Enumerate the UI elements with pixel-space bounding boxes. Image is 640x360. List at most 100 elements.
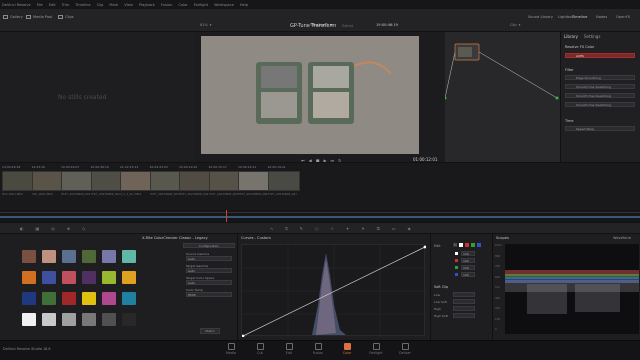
soft-clip-field[interactable]: [453, 313, 475, 318]
viewer-image[interactable]: [201, 36, 419, 154]
page-fairlight[interactable]: Fairlight: [366, 343, 386, 355]
color-swatch[interactable]: [42, 250, 56, 263]
key-icon[interactable]: ⚿: [377, 226, 380, 231]
tab-settings[interactable]: Settings: [584, 34, 600, 39]
menu-item[interactable]: Mark: [109, 3, 118, 7]
menu-item[interactable]: Clip: [97, 3, 104, 7]
color-swatch[interactable]: [22, 250, 36, 263]
menu-item[interactable]: Fusion: [161, 3, 173, 7]
playhead[interactable]: [226, 210, 227, 222]
color-wheels-icon[interactable]: ◎: [51, 226, 55, 231]
color-swatch[interactable]: [122, 271, 136, 284]
library-item-speed-warp[interactable]: Speed Warp: [565, 126, 635, 131]
match-button[interactable]: Match: [200, 328, 220, 334]
color-swatch[interactable]: [22, 271, 36, 284]
magic-mask-icon[interactable]: ✦: [346, 226, 349, 231]
channel-r-button[interactable]: [465, 243, 470, 247]
color-swatch[interactable]: [22, 292, 36, 305]
timeline-clip[interactable]: 10:04:19:22 PTZ7_20230808_004: [179, 165, 211, 200]
color-swatch[interactable]: [42, 292, 56, 305]
color-swatch[interactable]: [102, 250, 116, 263]
qualifier-icon[interactable]: ✎: [300, 226, 303, 231]
config-field-value[interactable]: Auto: [186, 268, 232, 273]
color-swatch[interactable]: [102, 313, 116, 326]
window-icon[interactable]: ○: [315, 226, 319, 231]
soft-clip-field[interactable]: [453, 292, 475, 297]
timeline-clip[interactable]: 14:23:26 DSC_0002.MP4: [31, 165, 64, 200]
timeline-clip[interactable]: 10:04:43:03 PTZ7_20230808_003: [149, 165, 182, 200]
menu-item[interactable]: View: [124, 3, 133, 7]
color-swatch[interactable]: [82, 313, 96, 326]
color-swatch[interactable]: [62, 313, 76, 326]
menu-item[interactable]: DaVinci Resolve: [2, 3, 31, 7]
library-item-filter[interactable]: Smooth Hue Swatching: [565, 102, 635, 107]
menu-item[interactable]: Fairlight: [194, 3, 208, 7]
color-swatch[interactable]: [42, 271, 56, 284]
gallery-toggle[interactable]: Gallery: [3, 15, 23, 19]
color-swatch[interactable]: [122, 313, 136, 326]
camera-raw-icon[interactable]: ◐: [20, 226, 24, 231]
menu-item[interactable]: Edit: [49, 3, 56, 7]
menu-item[interactable]: Timeline: [75, 3, 90, 7]
menu-item[interactable]: Playback: [139, 3, 155, 7]
page-cut[interactable]: Cut: [250, 343, 270, 355]
nodes-toggle[interactable]: Nodes: [596, 15, 607, 19]
clips-toggle[interactable]: Clips: [58, 15, 74, 19]
color-warper-icon[interactable]: ⌗: [285, 226, 287, 231]
color-swatch[interactable]: [82, 271, 96, 284]
menu-item[interactable]: File: [37, 3, 43, 7]
library-item-filter[interactable]: Smooth Hue Swatching: [565, 93, 635, 98]
timeline-clip[interactable]: 10:00:46:07 PTZ7_20230808_001: [61, 165, 93, 200]
color-swatch[interactable]: [122, 250, 136, 263]
clip-mode-select[interactable]: Clip ▾: [510, 23, 520, 27]
channel-intensity-field[interactable]: 100: [461, 258, 475, 263]
color-swatch[interactable]: [102, 271, 116, 284]
page-edit[interactable]: Edit: [279, 343, 299, 355]
curve-graph[interactable]: [241, 244, 427, 338]
menu-item[interactable]: Color: [178, 3, 187, 7]
tab-library[interactable]: Library: [564, 34, 578, 39]
color-swatch[interactable]: [82, 250, 96, 263]
color-swatch[interactable]: [22, 313, 36, 326]
tracker-icon[interactable]: ⊹: [330, 226, 333, 231]
node-editor[interactable]: [443, 32, 560, 162]
timeline-clip[interactable]: 10:00:15:17 PTZ7_20230808_005: [208, 165, 241, 200]
page-fusion[interactable]: Fusion: [308, 343, 328, 355]
media-pool-toggle[interactable]: Media Pool: [26, 15, 52, 19]
color-match-icon[interactable]: ▦: [36, 226, 40, 231]
scope-mode-select[interactable]: Waveform: [613, 236, 631, 240]
menu-item[interactable]: Trim: [62, 3, 70, 7]
rgb-mixer-icon[interactable]: ⊕: [67, 226, 70, 231]
config-field-value[interactable]: Auto: [186, 256, 232, 261]
channel-y-button[interactable]: [459, 243, 464, 247]
blur-icon[interactable]: ☀: [361, 226, 365, 231]
color-swatch[interactable]: [62, 292, 76, 305]
3d-icon[interactable]: ◈: [408, 226, 411, 231]
page-deliver[interactable]: Deliver: [395, 343, 415, 355]
library-item-filter[interactable]: Smooth Hue Swatching: [565, 84, 635, 89]
color-swatch[interactable]: [102, 292, 116, 305]
timeline-clip[interactable]: 21:22:10:13 4_2_3_0U..MP4: [120, 165, 152, 200]
timeline-toggle[interactable]: Timeline: [572, 15, 587, 19]
page-color[interactable]: Color: [337, 343, 357, 355]
sizing-icon[interactable]: ▭: [392, 226, 396, 231]
soft-clip-field[interactable]: [453, 306, 475, 311]
soft-clip-field[interactable]: [453, 299, 475, 304]
sound-library-toggle[interactable]: Sound Library: [528, 15, 553, 19]
timeline-clip[interactable]: 14:00:49:18 DSC-0001.MP4: [2, 165, 34, 200]
menu-item[interactable]: Workspace: [214, 3, 234, 7]
color-swatch[interactable]: [122, 292, 136, 305]
curves-icon[interactable]: ∿: [270, 226, 273, 231]
motion-effects-icon[interactable]: ◇: [82, 226, 85, 231]
color-swatch[interactable]: [42, 313, 56, 326]
color-swatch[interactable]: [62, 250, 76, 263]
channel-b-button[interactable]: [477, 243, 482, 247]
config-field-value[interactable]: Auto: [186, 280, 232, 285]
timeline-clip[interactable]: 10:00:46:19 PTZ7_20230808_002: [90, 165, 123, 200]
timeline-clip[interactable]: 10:00:19:21 PTZ7_20230808_007: [267, 165, 300, 200]
library-item-filter[interactable]: Edge Smoothing: [565, 75, 635, 80]
channel-intensity-field[interactable]: 100: [461, 272, 475, 277]
mini-timeline[interactable]: [0, 210, 640, 222]
color-swatch[interactable]: [82, 292, 96, 305]
timeline-clip[interactable]: 10:00:16:11 PTZ7_20230808_006: [238, 165, 270, 200]
